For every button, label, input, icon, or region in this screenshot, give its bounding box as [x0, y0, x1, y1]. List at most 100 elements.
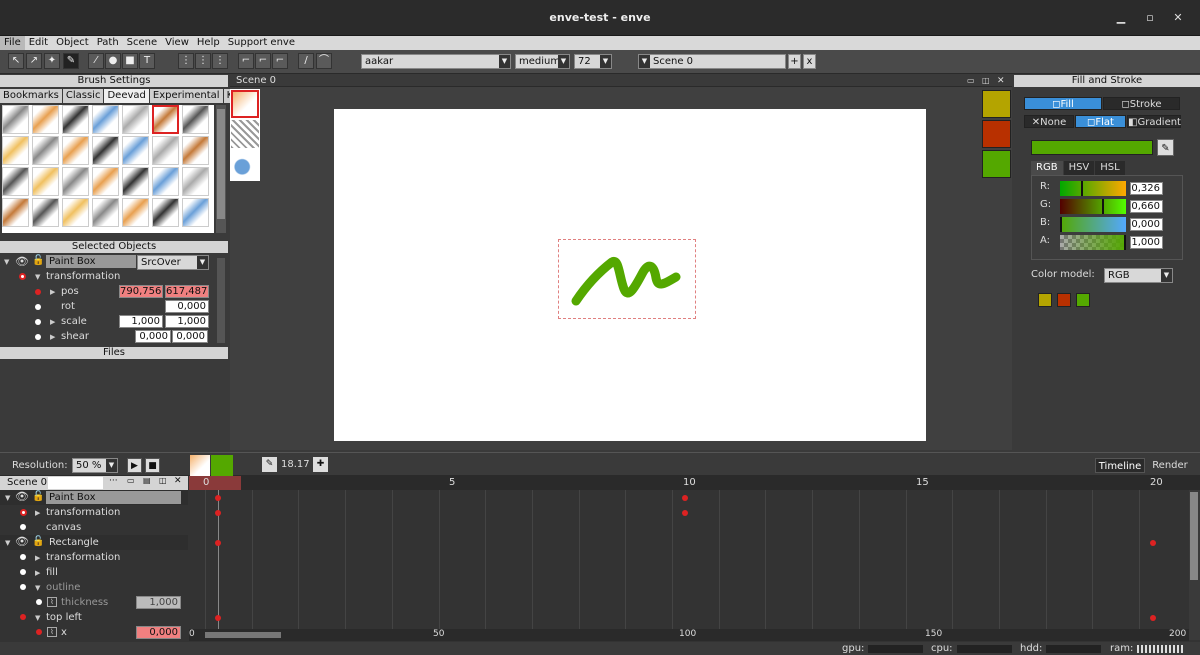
g-slider[interactable] [1060, 199, 1126, 214]
fill-tab[interactable]: ◻Fill [1024, 97, 1102, 110]
align-tool-2-icon[interactable]: ⋮ [195, 53, 211, 69]
menu-view[interactable]: View [161, 36, 193, 50]
rot-field[interactable]: 0,000 [165, 300, 209, 313]
shear-y-field[interactable]: 0,000 [172, 330, 208, 343]
brush-preset[interactable] [32, 167, 59, 196]
brush-preset[interactable] [2, 105, 29, 134]
brush-preset[interactable] [152, 136, 179, 165]
node-tool-2-icon[interactable]: ⌐ [255, 53, 271, 69]
keyframe-dot-icon[interactable] [35, 289, 41, 295]
more-icon[interactable]: ··· [109, 476, 118, 486]
menu-support[interactable]: Support enve [224, 36, 299, 50]
color-model-combo[interactable]: RGB ▼ [1104, 268, 1173, 283]
add-scene-button[interactable]: + [788, 54, 801, 69]
brush-preset[interactable] [122, 167, 149, 196]
a-slider[interactable] [1060, 235, 1126, 250]
brush-preset[interactable] [62, 136, 89, 165]
eye-icon[interactable]: 👁 [15, 535, 29, 548]
tab-render[interactable]: Render [1148, 458, 1192, 473]
expand-triangle-icon[interactable]: ▼ [4, 258, 9, 266]
brush-preset[interactable] [182, 167, 209, 196]
canvas-swatch[interactable] [982, 90, 1011, 118]
stroke-tab[interactable]: ◻Stroke [1103, 97, 1180, 110]
current-frame-marker[interactable] [189, 476, 241, 490]
brush-bookmarks-strip[interactable] [230, 89, 260, 181]
eyedropper-icon[interactable]: ✎ [1157, 139, 1174, 156]
keyframe-toggle-icon[interactable] [20, 524, 26, 530]
timeline-value-field[interactable]: 1,000 [136, 596, 181, 609]
layout-icon-2[interactable]: ▤ [143, 476, 151, 485]
pos-y-field[interactable]: 617,487 [165, 285, 209, 298]
curve-segment-icon[interactable]: ⌒ [316, 53, 332, 69]
a-field[interactable]: 1,000 [1130, 236, 1163, 249]
font-weight-combo[interactable]: medium ▼ [515, 54, 570, 69]
split-view-icon[interactable]: ◫ [982, 75, 990, 87]
tab-hsl[interactable]: HSL [1095, 161, 1125, 175]
align-tool-3-icon[interactable]: ⋮ [212, 53, 228, 69]
canvas[interactable] [334, 109, 926, 441]
brush-preset[interactable] [92, 105, 119, 134]
menu-object[interactable]: Object [52, 36, 93, 50]
select-point-tool-icon[interactable]: ↗ [26, 53, 42, 69]
b-slider[interactable] [1060, 217, 1126, 232]
bookmark-brush-3[interactable] [231, 150, 259, 178]
timeline-row[interactable]: ⌇ thickness 1,000 [0, 595, 188, 610]
paint-none-button[interactable]: ✕None [1024, 115, 1074, 128]
timeline-row[interactable]: canvas [0, 520, 188, 535]
brush-preset[interactable] [152, 167, 179, 196]
node-tool-1-icon[interactable]: ⌐ [238, 53, 254, 69]
r-slider[interactable] [1060, 181, 1126, 196]
stop-icon[interactable]: ■ [145, 458, 160, 473]
lock-icon[interactable]: 🔓 [32, 536, 44, 547]
current-color-bar[interactable] [1031, 140, 1153, 155]
expand-triangle-icon[interactable]: ▼ [5, 539, 10, 547]
paint-tool-icon[interactable]: ✎ [63, 53, 79, 69]
brush-preset[interactable] [32, 198, 59, 227]
font-family-combo[interactable]: aakar ▼ [361, 54, 511, 69]
expand-triangle-icon[interactable]: ▼ [35, 584, 40, 592]
keyframe-toggle-icon[interactable] [20, 554, 26, 560]
font-size-combo[interactable]: 72 ▼ [574, 54, 612, 69]
canvas-swatch[interactable] [982, 120, 1011, 148]
pos-x-field[interactable]: 790,756 [119, 285, 163, 298]
rectangle-tool-icon[interactable]: ■ [122, 53, 138, 69]
timeline-row[interactable]: ▼ outline [0, 580, 188, 595]
expand-triangle-icon[interactable]: ▼ [35, 273, 40, 281]
remove-scene-button[interactable]: x [803, 54, 816, 69]
close-timeline-icon[interactable]: ✕ [174, 476, 182, 486]
frame-range-ruler[interactable]: 0 50 100 150 200 [189, 629, 1189, 641]
keyframe-marker[interactable] [215, 510, 221, 516]
keyframe-marker[interactable] [1150, 540, 1156, 546]
tab-experimental[interactable]: Experimental [149, 89, 223, 103]
brush-preset[interactable] [62, 198, 89, 227]
keyframe-toggle-icon[interactable] [36, 629, 42, 635]
expand-triangle-icon[interactable]: ▼ [5, 494, 10, 502]
tab-timeline[interactable]: Timeline [1095, 458, 1145, 473]
frame-range-handle[interactable] [205, 632, 281, 638]
expand-triangle-icon[interactable]: ▼ [35, 614, 40, 622]
expand-triangle-icon[interactable]: ▶ [50, 333, 55, 341]
r-field[interactable]: 0,326 [1130, 182, 1163, 195]
scale-y-field[interactable]: 1,000 [165, 315, 209, 328]
paint-flat-button[interactable]: ◻Flat [1075, 115, 1126, 128]
circle-tool-icon[interactable]: ● [105, 53, 121, 69]
graph-icon[interactable]: ⌇ [47, 627, 57, 637]
brush-preset[interactable] [182, 136, 209, 165]
brush-preset[interactable] [2, 167, 29, 196]
keyframe-dot-icon[interactable] [35, 334, 41, 340]
timeline-row[interactable]: ▶ fill [0, 565, 188, 580]
tab-rgb[interactable]: RGB [1031, 161, 1063, 175]
menu-edit[interactable]: Edit [25, 36, 52, 50]
brush-preset[interactable] [122, 136, 149, 165]
expand-triangle-icon[interactable]: ▶ [35, 569, 40, 577]
brush-preset[interactable] [2, 136, 29, 165]
keyframe-marker[interactable] [682, 495, 688, 501]
canvas-swatch[interactable] [982, 150, 1011, 178]
keyframe-toggle-icon[interactable] [19, 273, 26, 280]
add-point-tool-icon[interactable]: ✦ [44, 53, 60, 69]
shear-x-field[interactable]: 0,000 [135, 330, 171, 343]
current-brush-preview[interactable] [190, 455, 210, 476]
keyframe-marker[interactable] [215, 615, 221, 621]
paint-gradient-button[interactable]: ◧Gradient [1127, 115, 1181, 128]
scene-combo[interactable]: ▼ Scene 0 [638, 54, 786, 69]
